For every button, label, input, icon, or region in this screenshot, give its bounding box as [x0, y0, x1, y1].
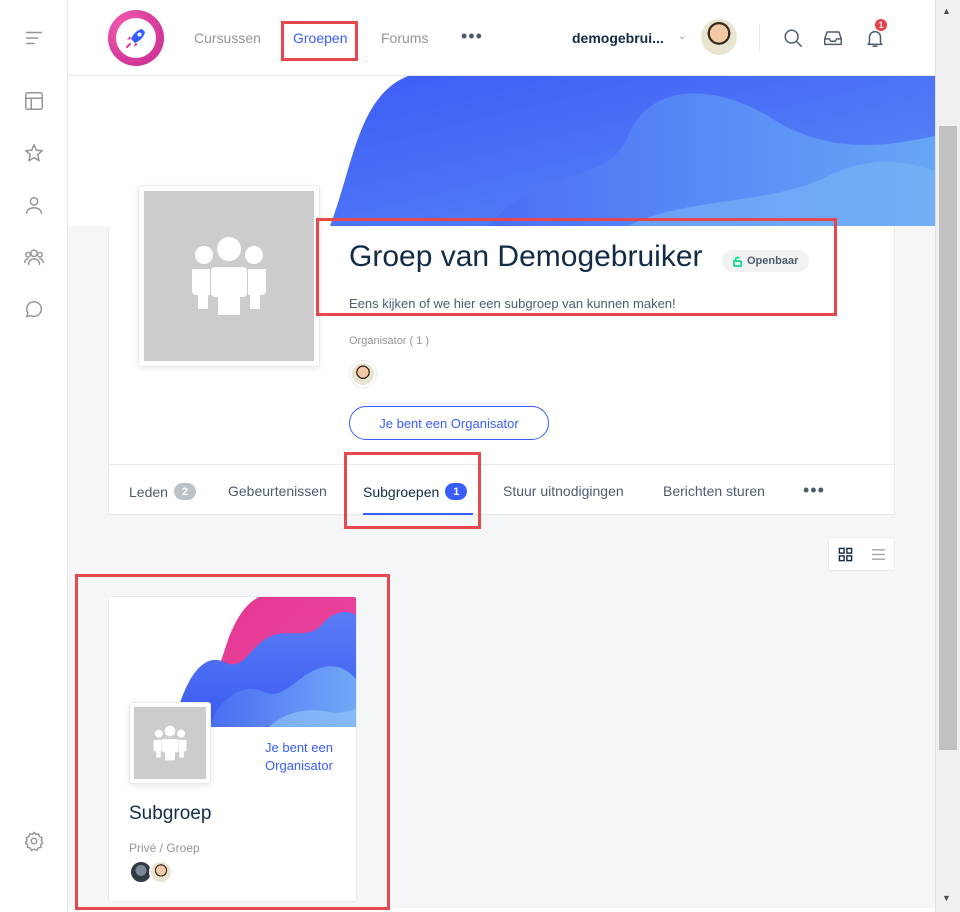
group-avatar [138, 185, 320, 367]
top-navigation-bar: Cursussen Groepen Forums ••• demogebrui.… [68, 0, 935, 76]
tab-label: Subgroepen [363, 483, 440, 500]
unlock-icon [732, 256, 743, 267]
subgroup-avatar[interactable] [129, 702, 211, 784]
tab-subgroups[interactable]: Subgroepen 1 [363, 483, 468, 500]
dashboard-icon[interactable] [21, 88, 47, 114]
organizer-avatar[interactable] [350, 361, 376, 387]
subgroup-meta: Privé / Groep [129, 841, 200, 855]
profile-icon[interactable] [21, 192, 47, 218]
organizer-label: Organisator ( 1 ) [349, 335, 430, 347]
organizer-role-button[interactable]: Je bent een Organisator [349, 406, 549, 440]
star-icon[interactable] [21, 140, 47, 166]
nav-groups[interactable]: Groepen [293, 30, 347, 46]
tab-label: Stuur uitnodigingen [503, 483, 624, 499]
tab-send-messages[interactable]: Berichten sturen [663, 483, 765, 499]
site-logo[interactable] [108, 10, 164, 66]
user-name[interactable]: demogebrui... [572, 30, 664, 46]
subgroup-role-label[interactable]: Je bent een Organisator [249, 739, 349, 775]
menu-toggle-icon[interactable] [21, 25, 47, 51]
groups-icon[interactable] [21, 244, 47, 270]
active-tab-indicator [363, 513, 473, 515]
scroll-thumb[interactable] [939, 126, 957, 750]
tab-label: Leden [129, 483, 168, 500]
tab-label: Gebeurtenissen [228, 483, 327, 499]
privacy-badge: Openbaar [722, 250, 810, 272]
forums-icon[interactable] [21, 296, 47, 322]
search-icon[interactable] [782, 27, 804, 49]
nav-courses[interactable]: Cursussen [194, 30, 261, 46]
scroll-up-arrow-icon[interactable]: ▲ [942, 6, 951, 16]
privacy-label: Openbaar [747, 255, 799, 267]
nav-forums[interactable]: Forums [381, 30, 428, 46]
left-sidebar [0, 0, 68, 912]
page-scrollbar[interactable]: ▲ ▼ [935, 0, 960, 912]
notification-count-badge: 1 [874, 18, 888, 32]
subgroup-card[interactable]: Je bent een Organisator Subgroep Privé /… [108, 596, 357, 902]
scroll-down-arrow-icon[interactable]: ▼ [942, 893, 951, 903]
list-view-icon[interactable] [862, 538, 895, 570]
tab-count-badge: 2 [173, 483, 196, 500]
grid-view-icon[interactable] [829, 538, 862, 570]
tabs-divider [109, 464, 894, 465]
group-placeholder-icon [144, 191, 314, 361]
inbox-icon[interactable] [822, 27, 844, 49]
user-avatar[interactable] [701, 19, 737, 55]
view-toggle [828, 537, 895, 571]
rocket-icon [116, 18, 156, 58]
chevron-down-icon[interactable]: ⌄ [678, 31, 686, 42]
tab-send-invites[interactable]: Stuur uitnodigingen [503, 483, 624, 499]
nav-more-button[interactable]: ••• [461, 26, 483, 47]
page-bottom-edge [68, 908, 935, 912]
tab-label: Berichten sturen [663, 483, 765, 499]
tab-count-badge: 1 [445, 483, 468, 500]
group-title: Groep van Demogebruiker [349, 240, 703, 273]
tabs-more-button[interactable]: ••• [803, 480, 825, 501]
member-avatar[interactable] [149, 860, 173, 884]
settings-gear-icon[interactable] [21, 828, 47, 854]
group-description: Eens kijken of we hier een subgroep van … [349, 296, 676, 311]
tab-members[interactable]: Leden 2 [129, 483, 196, 500]
tab-events[interactable]: Gebeurtenissen [228, 483, 327, 499]
group-placeholder-icon [134, 707, 206, 779]
subgroup-name[interactable]: Subgroep [129, 803, 211, 825]
header-divider [759, 24, 760, 52]
